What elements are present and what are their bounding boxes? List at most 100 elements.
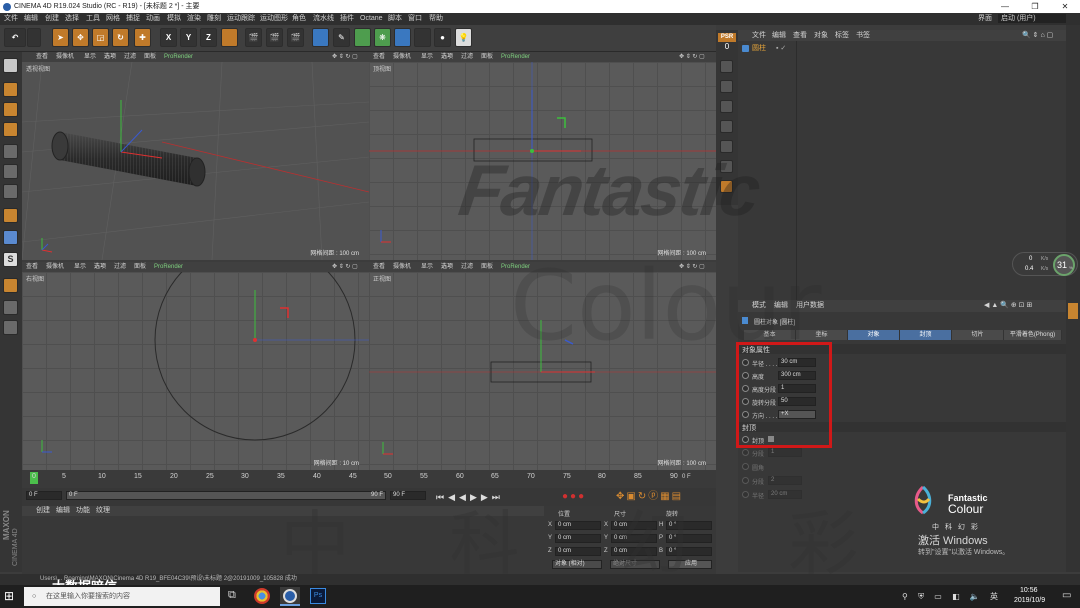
polygons-mode-icon[interactable] xyxy=(3,184,18,199)
select-arrow-icon[interactable]: ➤ xyxy=(52,28,69,47)
om-search-icon[interactable]: 🔍 ⇕ ⌂ ▢ xyxy=(1022,30,1053,41)
object-visibility-icon[interactable]: ▪ ✓ xyxy=(776,44,786,53)
vp-menu-camera[interactable]: 摄像机 xyxy=(56,52,74,62)
vp-menu-view[interactable]: 查看 xyxy=(36,52,48,62)
edges-mode-icon[interactable] xyxy=(3,164,18,179)
menu-simulate[interactable]: 模拟 xyxy=(167,13,181,25)
menu-script[interactable]: 脚本 xyxy=(388,13,402,25)
live-selection-icon[interactable]: ✚ xyxy=(134,28,151,47)
vp-menu-filter[interactable]: 过滤 xyxy=(461,52,473,62)
vp-menu-filter[interactable]: 过滤 xyxy=(124,52,136,62)
vp-menu-options[interactable]: 选项 xyxy=(94,262,106,272)
psr-icon[interactable] xyxy=(720,60,733,73)
y-axis-button[interactable]: Y xyxy=(180,28,197,47)
menu-octane[interactable]: Octane xyxy=(360,13,383,25)
radio[interactable] xyxy=(742,463,749,470)
x-axis-button[interactable]: X xyxy=(160,28,177,47)
menu-plugins[interactable]: 插件 xyxy=(340,13,354,25)
psr-icon[interactable] xyxy=(720,120,733,133)
viewport-nav-icons[interactable]: ✥ ⇕ ↻ ▢ xyxy=(332,262,358,272)
vp-menu-panel[interactable]: 面板 xyxy=(481,262,493,272)
cloner-icon[interactable]: ❋ xyxy=(374,28,391,47)
coordinate-system-icon[interactable] xyxy=(221,28,238,47)
vp-menu-camera[interactable]: 摄像机 xyxy=(46,262,64,272)
redo-icon[interactable] xyxy=(27,28,41,47)
radio[interactable] xyxy=(742,477,749,484)
tab-caps[interactable]: 封顶 xyxy=(900,330,952,340)
radio[interactable] xyxy=(742,449,749,456)
menu-pipeline[interactable]: 流水线 xyxy=(313,13,334,25)
vp-menu-panel[interactable]: 面板 xyxy=(481,52,493,62)
light-icon[interactable]: 💡 xyxy=(455,28,472,47)
windows-start-icon[interactable]: ⊞ xyxy=(4,589,18,603)
move-icon[interactable]: ✥ xyxy=(72,28,89,47)
om-menu-file[interactable]: 文件 xyxy=(752,30,766,41)
om-menu-bookmark[interactable]: 书签 xyxy=(856,30,870,41)
tweak-mode-icon[interactable] xyxy=(3,230,18,245)
menu-mesh[interactable]: 网格 xyxy=(106,13,120,25)
close-button[interactable]: ✕ xyxy=(1054,0,1076,13)
network-speed-widget[interactable]: 0 K/s 0.4 K/s 31 % xyxy=(1012,252,1078,276)
z-axis-button[interactable]: Z xyxy=(200,28,217,47)
vp-menu-prorender[interactable]: ProRender xyxy=(501,52,530,62)
vp-menu-camera[interactable]: 摄像机 xyxy=(393,262,411,272)
menu-snap[interactable]: 捕捉 xyxy=(126,13,140,25)
workplane-icon[interactable] xyxy=(3,122,18,137)
minimize-button[interactable]: — xyxy=(994,0,1016,13)
timeline-ruler[interactable]: 0 5 10 15 20 25 30 35 40 45 50 55 60 65 … xyxy=(22,470,716,490)
render-view-icon[interactable]: 🎬 xyxy=(245,28,262,47)
menu-help[interactable]: 帮助 xyxy=(429,13,443,25)
menu-select[interactable]: 选择 xyxy=(65,13,79,25)
menu-window[interactable]: 窗口 xyxy=(408,13,422,25)
solo-icon[interactable] xyxy=(3,320,18,335)
vp-menu-panel[interactable]: 面板 xyxy=(144,52,156,62)
tab-slice[interactable]: 切片 xyxy=(952,330,1004,340)
tab-object[interactable]: 对象 xyxy=(848,330,900,340)
viewport-nav-icons[interactable]: ✥ ⇕ ↻ ▢ xyxy=(332,52,358,62)
cinema4d-taskbar-icon[interactable] xyxy=(280,587,300,606)
vp-menu-display[interactable]: 显示 xyxy=(421,262,433,272)
subdivision-surface-icon[interactable] xyxy=(354,28,371,47)
vp-menu-camera[interactable]: 摄像机 xyxy=(393,52,411,62)
cube-primitive-icon[interactable] xyxy=(312,28,329,47)
vp-menu-options[interactable]: 选项 xyxy=(441,262,453,272)
scale-icon[interactable]: ◲ xyxy=(92,28,109,47)
mat-menu-function[interactable]: 功能 xyxy=(76,506,90,516)
vp-menu-view[interactable]: 查看 xyxy=(373,262,385,272)
menu-sculpt[interactable]: 雕刻 xyxy=(207,13,221,25)
viewport-perspective[interactable]: 查看 摄像机 显示 选项 过滤 面板 ProRender ✥ ⇕ ↻ ▢ 透视视… xyxy=(22,52,369,260)
mat-menu-create[interactable]: 创建 xyxy=(36,506,50,516)
render-picture-viewer-icon[interactable]: 🎬 xyxy=(266,28,283,47)
task-view-icon[interactable]: ⧉ xyxy=(228,589,236,602)
deformer-icon[interactable] xyxy=(394,28,411,47)
system-tray-icons[interactable]: ⚲ ⛨ ▭ ◧ 🔈 英 xyxy=(902,591,1002,602)
rotate-icon[interactable]: ↻ xyxy=(112,28,129,47)
mat-menu-edit[interactable]: 编辑 xyxy=(56,506,70,516)
menu-tools[interactable]: 工具 xyxy=(86,13,100,25)
vp-menu-filter[interactable]: 过滤 xyxy=(461,262,473,272)
grid-icon[interactable] xyxy=(3,300,18,315)
model-mode-icon[interactable] xyxy=(3,82,18,97)
om-menu-edit[interactable]: 编辑 xyxy=(772,30,786,41)
mat-menu-texture[interactable]: 纹理 xyxy=(96,506,110,516)
menu-mograph[interactable]: 运动图形 xyxy=(260,13,288,25)
render-settings-icon[interactable]: 🎬 xyxy=(287,28,304,47)
pen-spline-icon[interactable]: ✎ xyxy=(333,28,350,47)
cap-segments-field[interactable]: 1 xyxy=(768,448,802,457)
vp-menu-options[interactable]: 选项 xyxy=(441,52,453,62)
menu-edit[interactable]: 编辑 xyxy=(24,13,38,25)
vp-menu-display[interactable]: 显示 xyxy=(84,52,96,62)
vp-menu-options[interactable]: 选项 xyxy=(104,52,116,62)
camera-icon[interactable]: ● xyxy=(434,28,451,47)
vp-menu-prorender[interactable]: ProRender xyxy=(154,262,183,272)
attr-nav-icons[interactable]: ◀ ▲ 🔍 ⊕ ⊡ ⊞ xyxy=(984,300,1032,312)
make-editable-icon[interactable] xyxy=(3,58,18,73)
vp-menu-display[interactable]: 显示 xyxy=(421,52,433,62)
psr-icon[interactable] xyxy=(720,100,733,113)
menu-motion-tracking[interactable]: 运动跟踪 xyxy=(227,13,255,25)
viewport-right[interactable]: 查看 摄像机 显示 选项 过滤 面板 ProRender ✥ ⇕ ↻ ▢ 右视图… xyxy=(22,262,369,470)
side-tab-icon[interactable] xyxy=(1068,303,1078,319)
notification-icon[interactable]: ▭ xyxy=(1062,590,1071,601)
viewport-nav-icons[interactable]: ✥ ⇕ ↻ ▢ xyxy=(679,52,705,62)
snap-icon[interactable]: S xyxy=(3,252,18,267)
